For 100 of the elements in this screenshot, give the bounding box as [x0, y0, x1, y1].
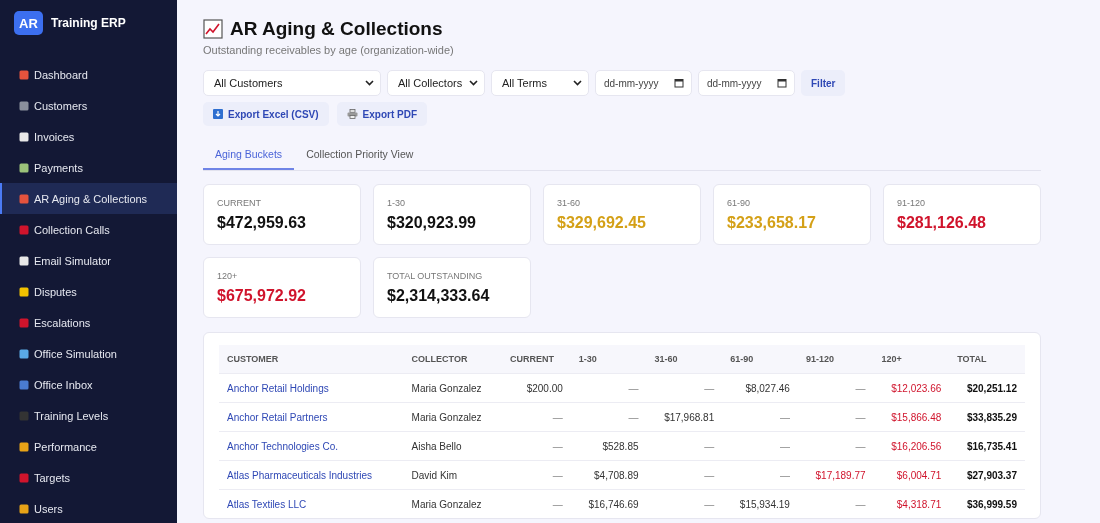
table-cell: $16,206.56 — [873, 431, 950, 461]
table-cell: $33,835.29 — [949, 402, 1025, 432]
sidebar-item[interactable]: Escalations — [0, 307, 177, 338]
export-pdf-button[interactable]: Export PDF — [336, 102, 428, 126]
column-header: 120+ — [873, 345, 950, 374]
download-icon — [213, 109, 223, 119]
date-field[interactable]: dd-mm-yyyy — [595, 70, 692, 96]
table-cell: $528.85 — [570, 431, 647, 461]
sidebar-item[interactable]: Collection Calls — [0, 214, 177, 245]
customer-link[interactable]: Anchor Retail Partners — [227, 411, 328, 423]
calendar-icon — [674, 78, 684, 88]
card-value: $2,314,333.64 — [387, 287, 491, 305]
table-cell: — — [502, 460, 571, 490]
table-cell: $16,735.41 — [949, 431, 1025, 461]
filter-button[interactable]: Filter — [801, 70, 846, 96]
chevron-down-icon — [573, 80, 582, 86]
table-cell: $17,968.81 — [646, 402, 723, 432]
table-cell: Maria Gonzalez — [403, 402, 503, 432]
tab[interactable]: Aging Buckets — [203, 140, 295, 170]
app-logo: AR — [14, 11, 43, 35]
terms-dropdown[interactable]: All Terms — [491, 70, 589, 96]
sidebar-item[interactable]: Payments — [0, 152, 177, 183]
table-cell: $200.00 — [502, 373, 571, 403]
sidebar-item[interactable]: Office Simulation — [0, 338, 177, 369]
card-value: $675,972.92 — [217, 287, 307, 305]
table-cell: — — [722, 431, 798, 461]
export-csv-button[interactable]: Export Excel (CSV) — [203, 102, 329, 126]
chevron-down-icon — [365, 80, 374, 86]
table-cell: David Kim — [403, 460, 503, 490]
table-cell: $27,903.37 — [949, 460, 1025, 490]
sidebar-item[interactable]: Performance — [0, 431, 177, 462]
customer-link[interactable]: Atlas Pharmaceuticals Industries — [227, 469, 373, 481]
sidebar-item[interactable]: Users — [0, 493, 177, 523]
line-chart-icon — [203, 19, 223, 39]
table-cell: — — [797, 402, 874, 432]
table-cell: — — [722, 402, 798, 432]
table-cell: — — [797, 431, 874, 461]
table-cell: $17,189.77 — [797, 460, 874, 490]
table-cell: $4,318.71 — [873, 489, 950, 518]
sidebar-item[interactable]: Customers — [0, 90, 177, 121]
card-label: 1-30 — [387, 198, 406, 208]
table-cell: — — [797, 489, 874, 518]
table-cell: $20,251.12 — [949, 373, 1025, 403]
table-cell: — — [570, 402, 647, 432]
collector-dropdown[interactable]: All Collectors — [387, 70, 485, 96]
table-cell: — — [797, 373, 874, 403]
column-header: 1-30 — [570, 345, 647, 374]
tab[interactable]: Collection Priority View — [294, 140, 426, 170]
card-label: 61-90 — [727, 198, 752, 208]
sidebar-item[interactable]: Disputes — [0, 276, 177, 307]
sidebar-item[interactable]: Invoices — [0, 121, 177, 152]
card-label: 91-120 — [897, 198, 927, 208]
table-cell: — — [646, 431, 723, 461]
customer-dropdown[interactable]: All Customers — [203, 70, 381, 96]
table-cell: Maria Gonzalez — [403, 489, 503, 518]
table-cell: — — [570, 373, 647, 403]
card-value: $472,959.63 — [217, 214, 307, 232]
table-cell: — — [646, 489, 723, 518]
column-header: 61-90 — [722, 345, 798, 374]
customer-link[interactable]: Atlas Textiles LLC — [227, 498, 307, 510]
card-value: $329,692.45 — [557, 214, 647, 232]
table-cell: $15,934.19 — [722, 489, 798, 518]
table-cell: — — [646, 373, 723, 403]
sidebar-item[interactable]: AR Aging & Collections — [0, 183, 177, 214]
page-subtitle: Outstanding receivables by age (organization-wide) — [203, 44, 455, 56]
sidebar-item[interactable]: Training Levels — [0, 400, 177, 431]
table-cell: $6,004.71 — [873, 460, 950, 490]
card-label: CURRENT — [217, 198, 262, 208]
card-label: 31-60 — [557, 198, 582, 208]
sidebar-item[interactable]: Targets — [0, 462, 177, 493]
table-cell: $36,999.59 — [949, 489, 1025, 518]
calendar-icon — [777, 78, 787, 88]
table-cell: $12,023.66 — [873, 373, 950, 403]
table-cell: — — [502, 402, 571, 432]
table-cell: $15,866.48 — [873, 402, 950, 432]
table-cell: — — [722, 460, 798, 490]
date-field[interactable]: dd-mm-yyyy — [698, 70, 795, 96]
printer-icon — [346, 109, 358, 119]
card-label: TOTAL OUTSTANDING — [387, 271, 484, 281]
sidebar-item[interactable]: Office Inbox — [0, 369, 177, 400]
column-header: COLLECTOR — [403, 345, 503, 374]
table-cell: $16,746.69 — [570, 489, 647, 518]
table-cell: — — [502, 431, 571, 461]
table-cell: $4,708.89 — [570, 460, 647, 490]
column-header: TOTAL — [949, 345, 1025, 374]
page-title: AR Aging & Collections — [230, 18, 443, 40]
table-cell: Aisha Bello — [403, 431, 503, 461]
table-cell: — — [646, 460, 723, 490]
table-cell: — — [502, 489, 571, 518]
customer-link[interactable]: Anchor Retail Holdings — [227, 382, 329, 394]
sidebar-item[interactable]: Email Simulator — [0, 245, 177, 276]
table-cell: $8,027.46 — [722, 373, 798, 403]
app-name: Training ERP — [51, 16, 126, 30]
column-header: 31-60 — [646, 345, 723, 374]
customer-link[interactable]: Anchor Technologies Co. — [227, 440, 338, 452]
card-value: $233,658.17 — [727, 214, 817, 232]
column-header: 91-120 — [797, 345, 874, 374]
table-cell: Maria Gonzalez — [403, 373, 503, 403]
sidebar-item[interactable]: Dashboard — [0, 59, 177, 90]
chevron-down-icon — [469, 80, 478, 86]
